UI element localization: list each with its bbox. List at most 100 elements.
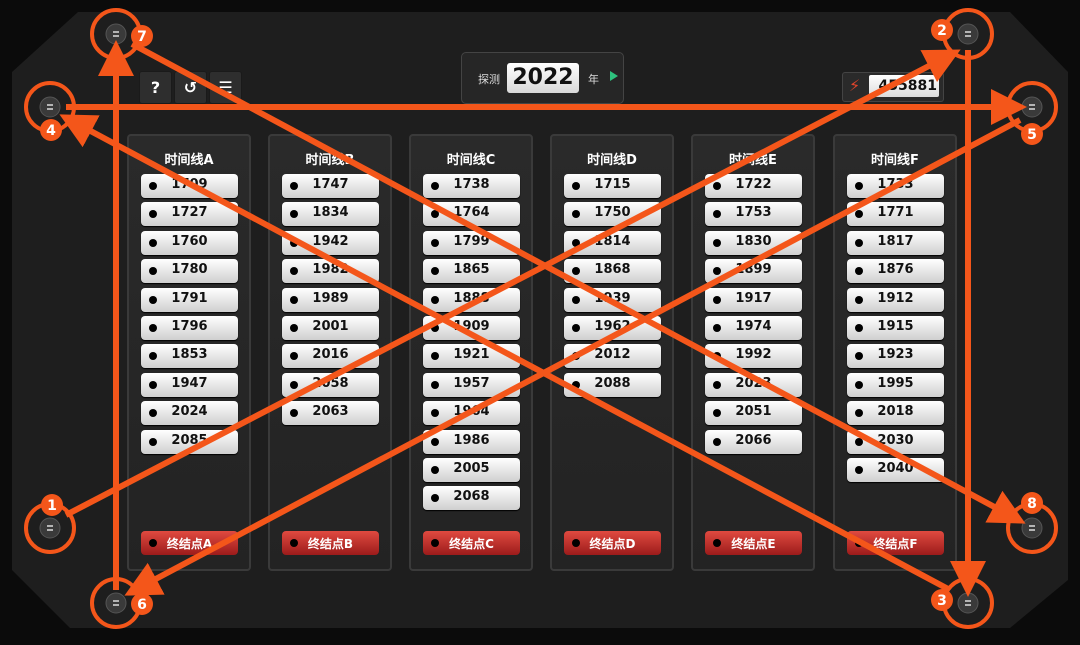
timeline-event-node[interactable]: 1709 <box>141 174 238 198</box>
timeline-event-node[interactable]: 1814 <box>564 230 661 255</box>
timeline-event-node[interactable]: 1888 <box>423 287 520 312</box>
timeline-event-node[interactable]: 2012 <box>564 344 661 369</box>
help-button[interactable]: ? <box>139 71 172 104</box>
timeline-event-node[interactable]: 1942 <box>282 230 379 255</box>
event-year: 1760 <box>171 233 208 249</box>
timeline-event-node[interactable]: 1915 <box>847 316 944 340</box>
timeline-event-node[interactable]: 1817 <box>847 230 944 255</box>
timeline-event-node[interactable]: 1747 <box>282 174 379 198</box>
terminal-node-button[interactable]: 终结点F <box>847 531 944 555</box>
timeline-event-node[interactable]: 1750 <box>564 202 661 227</box>
terminal-label: 终结点B <box>307 537 354 551</box>
timeline-event-node[interactable]: 1834 <box>282 202 379 227</box>
timeline-event-node[interactable]: 2016 <box>282 344 379 369</box>
board-knob[interactable] <box>105 23 127 45</box>
timeline-event-node[interactable]: 2063 <box>282 401 379 426</box>
timeline-event-node[interactable]: 1947 <box>141 372 238 397</box>
timeline-event-node[interactable]: 1722 <box>705 174 802 198</box>
timeline-event-node[interactable]: 1865 <box>423 259 520 284</box>
timeline-event-node[interactable]: 1876 <box>847 259 944 284</box>
terminal-label: 终结点F <box>873 537 918 551</box>
timeline-event-node[interactable]: 2001 <box>282 316 379 340</box>
timeline-event-node[interactable]: 1853 <box>141 344 238 369</box>
board-knob[interactable] <box>1021 96 1043 118</box>
timeline-event-node[interactable]: 1974 <box>705 316 802 340</box>
timeline-event-node[interactable]: 1868 <box>564 259 661 284</box>
timeline-event-node[interactable]: 1899 <box>705 259 802 284</box>
event-year: 1876 <box>877 262 914 278</box>
timeline-event-node[interactable]: 2018 <box>847 401 944 426</box>
timeline-event-node[interactable]: 1760 <box>141 230 238 255</box>
event-year: 1791 <box>171 290 208 306</box>
timeline-event-node[interactable]: 1995 <box>847 372 944 397</box>
event-year: 1799 <box>453 233 490 249</box>
event-year: 1753 <box>735 205 772 221</box>
timeline-event-node[interactable]: 1738 <box>423 174 520 198</box>
event-year: 2005 <box>453 461 490 476</box>
timeline-event-node[interactable]: 2005 <box>423 458 520 482</box>
board-knob[interactable] <box>957 23 979 45</box>
timeline-event-node[interactable]: 1799 <box>423 230 520 255</box>
event-year: 1771 <box>877 205 914 221</box>
timeline-event-node[interactable]: 2066 <box>705 429 802 454</box>
timeline-event-node[interactable]: 2085 <box>141 429 238 454</box>
timeline-event-node[interactable]: 1917 <box>705 287 802 312</box>
board-knob[interactable] <box>39 96 61 118</box>
timeline-event-node[interactable]: 1830 <box>705 230 802 255</box>
history-button[interactable]: ↺ <box>174 71 207 104</box>
timeline-event-node[interactable]: 2058 <box>282 372 379 397</box>
terminal-node-button[interactable]: 终结点B <box>282 531 379 555</box>
timeline-event-node[interactable]: 1733 <box>847 174 944 198</box>
timeline-event-node[interactable]: 1962 <box>564 316 661 340</box>
timeline-event-node[interactable]: 2023 <box>705 372 802 397</box>
event-year: 1995 <box>877 375 914 391</box>
timeline-event-node[interactable]: 1764 <box>423 202 520 227</box>
board-knob[interactable] <box>39 517 61 539</box>
event-year: 1942 <box>312 233 349 249</box>
timeline-event-node[interactable]: 2030 <box>847 429 944 454</box>
timeline-event-node[interactable]: 1923 <box>847 344 944 369</box>
timeline-event-node[interactable]: 1989 <box>282 287 379 312</box>
board-knob[interactable] <box>1021 517 1043 539</box>
event-year: 1986 <box>453 432 490 448</box>
timeline-event-node[interactable]: 1964 <box>423 401 520 426</box>
timeline-event-node[interactable]: 2040 <box>847 458 944 482</box>
timeline-event-node[interactable]: 2068 <box>423 486 520 511</box>
event-year: 1834 <box>312 205 349 221</box>
timeline-event-node[interactable]: 2088 <box>564 372 661 397</box>
timeline-event-node[interactable]: 1796 <box>141 316 238 340</box>
play-icon[interactable] <box>610 71 618 81</box>
timeline-event-node[interactable]: 1909 <box>423 316 520 340</box>
event-year: 2001 <box>312 319 349 334</box>
timeline-event-node[interactable]: 2051 <box>705 401 802 426</box>
timeline-event-node[interactable]: 1912 <box>847 287 944 312</box>
timeline-title: 时间线F <box>871 153 919 168</box>
board-knob[interactable] <box>957 592 979 614</box>
event-year: 2018 <box>877 404 914 420</box>
timeline-event-node[interactable]: 1939 <box>564 287 661 312</box>
timeline-event-node[interactable]: 1727 <box>141 202 238 227</box>
timeline-event-node[interactable]: 2024 <box>141 401 238 426</box>
event-year: 2016 <box>312 347 349 363</box>
terminal-label: 终结点C <box>449 537 494 551</box>
timeline-event-node[interactable]: 1986 <box>423 429 520 454</box>
terminal-node-button[interactable]: 终结点E <box>705 531 802 555</box>
timeline-event-node[interactable]: 1921 <box>423 344 520 369</box>
terminal-node-button[interactable]: 终结点A <box>141 531 238 555</box>
timeline-panel: 时间线A 1709 1727 1760 1780 1791 1796 1853 1947 2024… <box>127 134 251 571</box>
timeline-event-node[interactable]: 1791 <box>141 287 238 312</box>
timeline-event-node[interactable]: 1992 <box>705 344 802 369</box>
energy-value: 455881 <box>869 75 939 97</box>
timeline-event-node[interactable]: 1780 <box>141 259 238 284</box>
board-knob[interactable] <box>105 592 127 614</box>
timeline-event-node[interactable]: 1753 <box>705 202 802 227</box>
year-unit-label: 年 <box>588 73 599 86</box>
timeline-event-node[interactable]: 1715 <box>564 174 661 198</box>
timeline-event-node[interactable]: 1771 <box>847 202 944 227</box>
terminal-node-button[interactable]: 终结点C <box>423 531 520 555</box>
event-year: 1722 <box>735 177 772 192</box>
log-button[interactable]: ☰ <box>209 71 242 104</box>
timeline-event-node[interactable]: 1982 <box>282 259 379 284</box>
terminal-node-button[interactable]: 终结点D <box>564 531 661 555</box>
timeline-event-node[interactable]: 1957 <box>423 372 520 397</box>
